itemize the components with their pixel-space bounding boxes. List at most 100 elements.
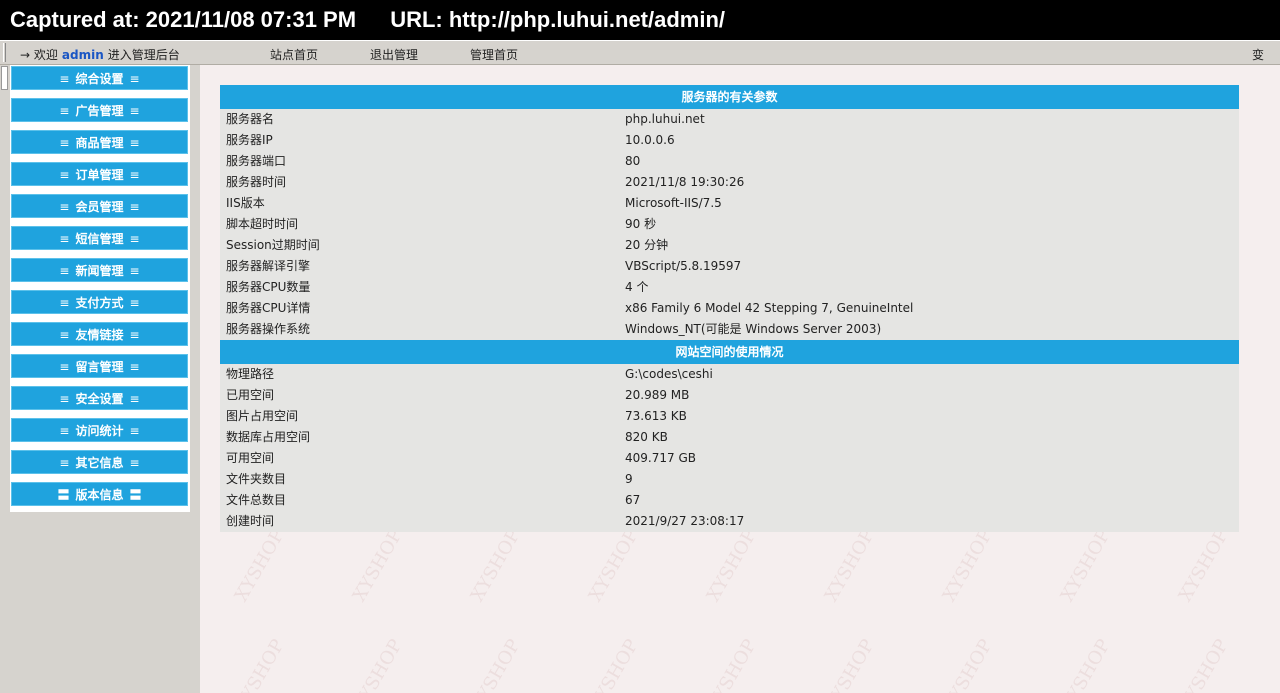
sidebar-item-payment-methods[interactable]: ≡ 支付方式 ≡	[11, 290, 188, 314]
row-label: 数据库占用空间	[226, 430, 311, 444]
row-value: 90 秒	[625, 217, 657, 231]
table-row: 服务器IP 10.0.0.6	[220, 130, 1239, 151]
table-row: 文件总数目 67	[220, 490, 1239, 511]
row-value: 20.989 MB	[625, 388, 690, 402]
row-value: Windows_NT(可能是 Windows Server 2003)	[625, 322, 882, 336]
watermark-text: XYSHOP	[348, 635, 407, 693]
menu-icon: ≡	[59, 104, 70, 118]
watermark-text: XYSHOP	[466, 525, 525, 606]
watermark-text: XYSHOP	[702, 635, 761, 693]
menu-icon: ≡	[129, 232, 140, 246]
sidebar-item-general-settings[interactable]: ≡ 综合设置 ≡	[11, 66, 188, 90]
sidebar-item-label: 访问统计	[75, 424, 124, 438]
watermark-text: XYSHOP	[1174, 525, 1233, 606]
watermark-text: XYSHOP	[466, 635, 525, 693]
sidebar-item-visit-stats[interactable]: ≡ 访问统计 ≡	[11, 418, 188, 442]
sidebar-item-order-management[interactable]: ≡ 订单管理 ≡	[11, 162, 188, 186]
welcome-suffix: 进入管理后台	[107, 48, 180, 62]
row-label: 服务器操作系统	[226, 322, 311, 336]
sidebar-item-label: 留言管理	[75, 360, 124, 374]
sidebar-item-label: 会员管理	[75, 200, 124, 214]
sidebar-item-version-info[interactable]: 〓版本信息〓	[11, 482, 188, 506]
sidebar-item-label: 版本信息	[75, 488, 124, 502]
sidebar-item-label: 综合设置	[75, 72, 124, 86]
sidebar-item-friend-links[interactable]: ≡ 友情链接 ≡	[11, 322, 188, 346]
row-label: 服务器时间	[226, 175, 287, 189]
row-label: 已用空间	[226, 388, 275, 402]
row-value: 20 分钟	[625, 238, 669, 252]
table-row: 服务器解译引擎 VBScript/5.8.19597	[220, 256, 1239, 277]
table-row: 服务器端口 80	[220, 151, 1239, 172]
table-row: 服务器CPU数量 4 个	[220, 277, 1239, 298]
info-panel: 服务器的有关参数 服务器名 php.luhui.net 服务器IP 10.0.0.6 服…	[220, 85, 1239, 532]
table-row: 服务器时间 2021/11/8 19:30:26	[220, 172, 1239, 193]
table-row: IIS版本 Microsoft-IIS/7.5	[220, 193, 1239, 214]
row-value: php.luhui.net	[625, 112, 705, 126]
row-value: VBScript/5.8.19597	[625, 259, 742, 273]
welcome-message: → 欢迎 admin 进入管理后台	[20, 46, 180, 63]
watermark-text: XYSHOP	[348, 525, 407, 606]
row-value: 409.717 GB	[625, 451, 696, 465]
frame-toggle-handle[interactable]	[1, 66, 8, 90]
table-row: 脚本超时时间 90 秒	[220, 214, 1239, 235]
row-value: G:\codes\ceshi	[625, 367, 713, 381]
menu-icon: ≡	[59, 456, 70, 470]
menu-icon: ≡	[129, 360, 140, 374]
row-value: x86 Family 6 Model 42 Stepping 7, Genuin…	[625, 301, 914, 315]
server-rows: 服务器名 php.luhui.net 服务器IP 10.0.0.6 服务器端口 80 服务器…	[220, 109, 1239, 340]
sidebar-gutter	[0, 65, 8, 693]
watermark-text: XYSHOP	[938, 525, 997, 606]
row-label: 创建时间	[226, 514, 275, 528]
row-label: 物理路径	[226, 367, 275, 381]
menu-icon: ≡	[129, 296, 140, 310]
table-row: 创建时间 2021/9/27 23:08:17	[220, 511, 1239, 532]
site-home-link[interactable]: 站点首页	[270, 46, 318, 63]
row-label: 图片占用空间	[226, 409, 299, 423]
sidebar-item-label: 新闻管理	[75, 264, 124, 278]
sidebar-item-product-management[interactable]: ≡ 商品管理 ≡	[11, 130, 188, 154]
row-label: 服务器IP	[226, 133, 273, 147]
row-label: 服务器CPU详情	[226, 301, 311, 315]
menu-icon: ≡	[59, 296, 70, 310]
row-value: Microsoft-IIS/7.5	[625, 196, 722, 210]
row-value: 10.0.0.6	[625, 133, 675, 147]
watermark-text: XYSHOP	[1174, 635, 1233, 693]
row-label: IIS版本	[226, 196, 265, 210]
server-section-title: 服务器的有关参数	[220, 85, 1239, 109]
table-row: 服务器CPU详情 x86 Family 6 Model 42 Stepping 7…	[220, 298, 1239, 319]
welcome-prefix: 欢迎	[33, 48, 58, 62]
sidebar-item-member-management[interactable]: ≡ 会员管理 ≡	[11, 194, 188, 218]
row-label: 服务器端口	[226, 154, 287, 168]
sidebar-item-other-info[interactable]: ≡ 其它信息 ≡	[11, 450, 188, 474]
captured-url-text: URL: http://php.luhui.net/admin/	[390, 7, 726, 32]
sidebar-item-security-settings[interactable]: ≡ 安全设置 ≡	[11, 386, 188, 410]
row-value: 4 个	[625, 280, 649, 294]
table-row: 已用空间 20.989 MB	[220, 385, 1239, 406]
capture-banner: Captured at: 2021/11/08 07:31 PM URL: ht…	[0, 0, 1280, 40]
watermark-text: XYSHOP	[820, 525, 879, 606]
admin-home-link[interactable]: 管理首页	[470, 46, 518, 63]
captured-at-text: Captured at: 2021/11/08 07:31 PM	[10, 7, 357, 32]
row-value: 67	[625, 493, 641, 507]
sidebar-item-message-management[interactable]: ≡ 留言管理 ≡	[11, 354, 188, 378]
watermark-text: XYSHOP	[1056, 635, 1115, 693]
arrow-icon: →	[20, 48, 31, 62]
row-label: 服务器CPU数量	[226, 280, 311, 294]
sidebar-item-news-management[interactable]: ≡ 新闻管理 ≡	[11, 258, 188, 282]
sidebar-menu: ≡ 综合设置 ≡ ≡ 广告管理 ≡ ≡ 商品管理 ≡ ≡ 订单管理 ≡ ≡ 会员管理 ≡ ≡ 短信管理 ≡ ≡ 新闻管…	[10, 65, 190, 512]
sidebar-item-ad-management[interactable]: ≡ 广告管理 ≡	[11, 98, 188, 122]
logout-link[interactable]: 退出管理	[370, 46, 418, 63]
menu-icon: 〓	[57, 488, 70, 502]
menu-icon: ≡	[59, 328, 70, 342]
sidebar-item-label: 广告管理	[75, 104, 124, 118]
watermark-text: XYSHOP	[938, 635, 997, 693]
row-label: 服务器名	[226, 112, 275, 126]
toggle-frame-button[interactable]: 变	[1252, 46, 1264, 63]
table-row: 图片占用空间 73.613 KB	[220, 406, 1239, 427]
row-label: 可用空间	[226, 451, 275, 465]
watermark-text: XYSHOP	[702, 525, 761, 606]
table-row: 物理路径 G:\codes\ceshi	[220, 364, 1239, 385]
sidebar-item-sms-management[interactable]: ≡ 短信管理 ≡	[11, 226, 188, 250]
row-label: 文件总数目	[226, 493, 287, 507]
watermark-text: XYSHOP	[230, 525, 289, 606]
